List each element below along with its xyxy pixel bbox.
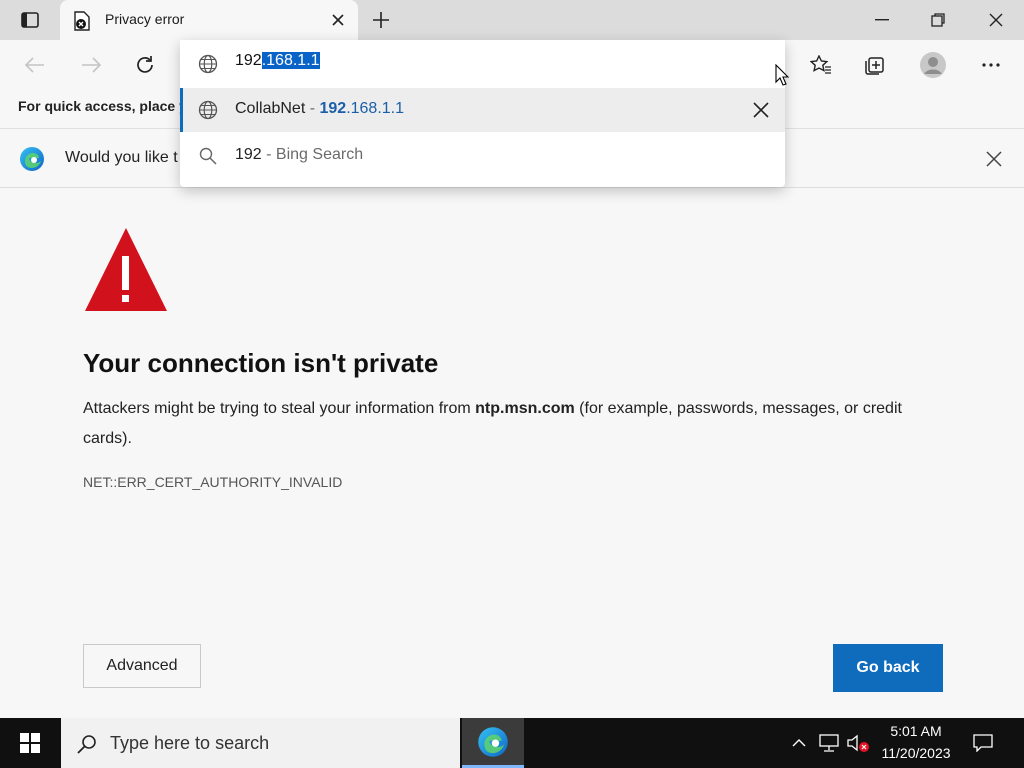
taskbar: Type here to search 5:01 AM 11/20/2023 [0, 718, 1024, 768]
suggestion-site-name: CollabNet [235, 100, 306, 117]
favorites-bar-hint: For quick access, place y [18, 98, 187, 114]
close-infobar-icon[interactable] [982, 147, 1006, 171]
tab-actions-icon[interactable] [16, 8, 44, 32]
suggestion-collabnet[interactable]: CollabNet - 192.168.1.1 [180, 88, 785, 132]
taskbar-search-box[interactable]: Type here to search [61, 718, 460, 768]
warning-icon [83, 226, 169, 314]
error-description: Attackers might be trying to steal your … [83, 394, 953, 454]
advanced-button[interactable]: Advanced [83, 644, 201, 688]
error-page-icon [72, 11, 92, 31]
suggestion-query: 192 [235, 146, 262, 163]
new-tab-icon[interactable] [368, 8, 394, 32]
refresh-icon[interactable] [130, 51, 160, 79]
error-code: NET::ERR_CERT_AUTHORITY_INVALID [83, 474, 343, 490]
tab-privacy-error[interactable]: Privacy error [60, 0, 358, 40]
close-window-icon[interactable] [980, 6, 1012, 34]
address-input[interactable]: 192.168.1.1 [235, 52, 320, 70]
forward-arrow-icon[interactable] [76, 52, 106, 78]
desc-host: ntp.msn.com [475, 400, 575, 417]
search-icon [196, 144, 220, 168]
suggestion-url-rest: .168.1.1 [346, 100, 405, 117]
minimize-icon[interactable] [866, 6, 898, 34]
clock-date[interactable]: 11/20/2023 [871, 745, 961, 761]
edge-logo-icon [477, 726, 509, 758]
collections-icon[interactable] [860, 51, 890, 79]
address-typed: 192 [235, 52, 262, 69]
edge-logo-icon [18, 145, 46, 173]
taskbar-edge-button[interactable] [462, 718, 524, 768]
globe-icon [196, 98, 220, 122]
suggestion-engine: Bing Search [275, 146, 364, 163]
page-title: Your connection isn't private [83, 348, 439, 378]
taskbar-search-placeholder: Type here to search [110, 733, 270, 753]
suggestion-url-match: 192 [319, 100, 347, 117]
suggestion-separator: - [305, 100, 320, 117]
title-bar: Privacy error [0, 0, 1024, 40]
suggestion-separator: - [261, 146, 276, 163]
chevron-up-icon[interactable] [788, 732, 810, 754]
address-dropdown: 192.168.1.1 CollabNet - 192.168.1.1 192 … [180, 40, 785, 187]
favorites-icon[interactable] [806, 51, 836, 79]
more-menu-icon[interactable] [976, 51, 1006, 79]
profile-avatar-icon[interactable] [916, 48, 950, 82]
restore-icon[interactable] [922, 6, 954, 34]
close-tab-icon[interactable] [328, 10, 348, 30]
suggestion-label: CollabNet - 192.168.1.1 [235, 100, 404, 118]
network-icon[interactable] [817, 731, 841, 755]
notification-icon[interactable] [970, 731, 996, 755]
search-icon [75, 732, 99, 756]
tab-title: Privacy error [105, 11, 185, 27]
desc-before: Attackers might be trying to steal your … [83, 400, 476, 417]
back-arrow-icon[interactable] [20, 52, 50, 78]
remove-suggestion-icon[interactable] [750, 99, 772, 121]
globe-icon [196, 52, 220, 76]
suggestion-url: 192.168.1.1 [319, 100, 404, 117]
mouse-cursor-icon [775, 63, 790, 86]
info-bar-text: Would you like t [65, 149, 178, 166]
windows-start-icon[interactable] [0, 718, 60, 768]
address-autocomplete: .168.1.1 [261, 52, 320, 69]
volume-muted-icon[interactable] [846, 731, 872, 755]
suggestion-bing-search[interactable]: 192 - Bing Search [235, 146, 363, 164]
go-back-button[interactable]: Go back [833, 644, 943, 692]
clock-time[interactable]: 5:01 AM [871, 723, 961, 739]
